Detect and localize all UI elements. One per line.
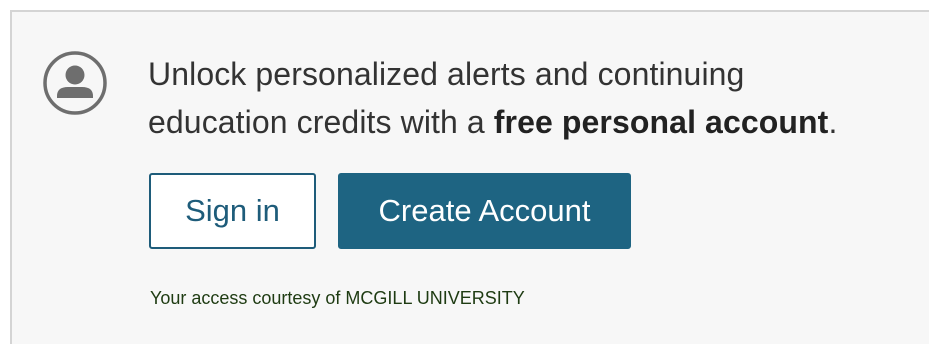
access-courtesy-note: Your access courtesy of MCGILL UNIVERSIT…	[136, 282, 646, 316]
sign-in-button[interactable]: Sign in	[149, 173, 316, 249]
promo-message-emphasis: free personal account	[493, 104, 829, 140]
promo-message-line2: education credits with a	[148, 104, 494, 140]
access-courtesy-text: Your access courtesy of MCGILL UNIVERSIT…	[150, 288, 525, 308]
account-promo-panel: Unlock personalized alerts and continuin…	[10, 10, 929, 344]
user-circle-icon	[43, 51, 107, 115]
promo-message-line1: Unlock personalized alerts and continuin…	[148, 56, 745, 92]
promo-message: Unlock personalized alerts and continuin…	[148, 50, 908, 146]
promo-message-period: .	[828, 104, 838, 140]
create-account-button[interactable]: Create Account	[338, 173, 631, 249]
